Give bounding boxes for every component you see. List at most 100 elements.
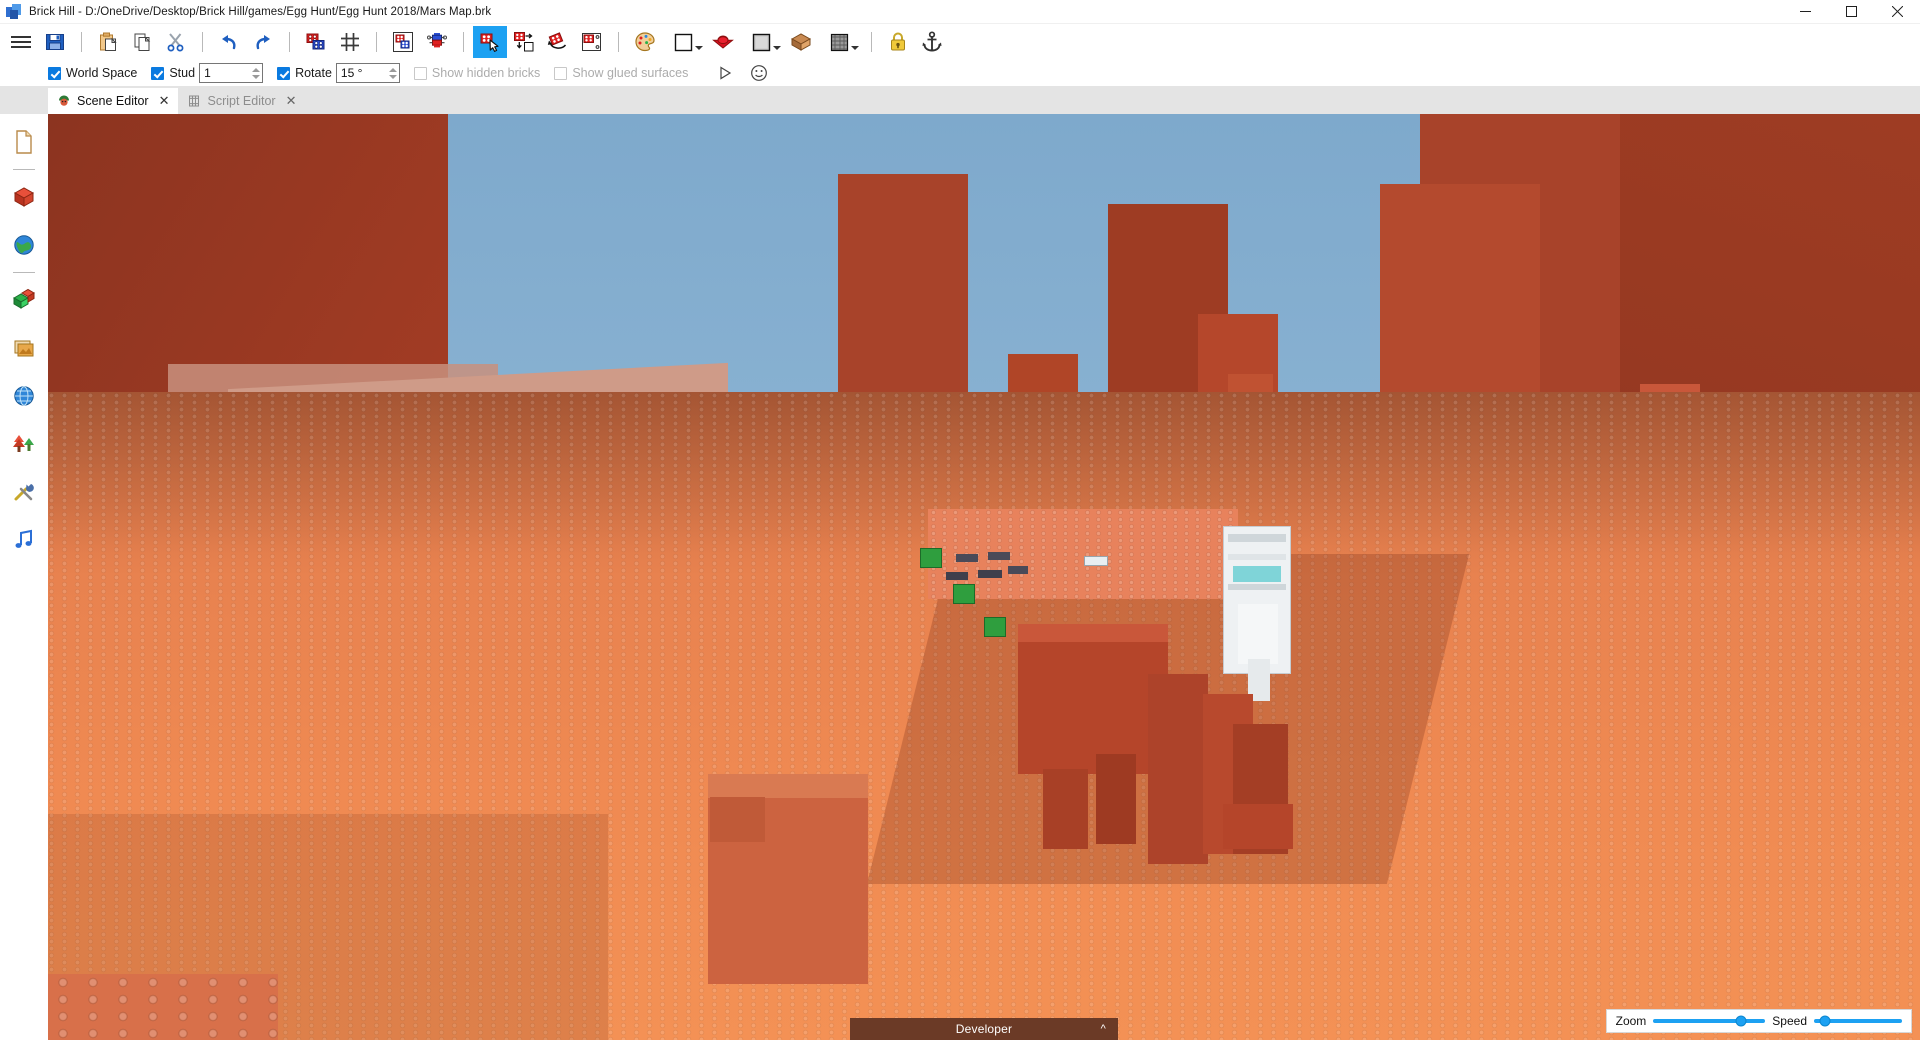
- rotate-checkbox[interactable]: [277, 66, 291, 80]
- rotate-stepper[interactable]: 15 °: [335, 63, 400, 83]
- padlock-icon: [891, 32, 905, 51]
- stud-checkbox[interactable]: [151, 66, 165, 80]
- cut-button[interactable]: [159, 26, 193, 58]
- lock-button[interactable]: [881, 26, 915, 58]
- stud-label: Stud: [169, 66, 196, 80]
- undo-button[interactable]: [212, 26, 246, 58]
- scene-viewport[interactable]: Developer ^ Zoom Speed: [48, 114, 1920, 1040]
- green-brick[interactable]: [984, 617, 1006, 637]
- sidebar-item-textures[interactable]: [4, 324, 44, 372]
- red-dome-icon: [712, 35, 734, 49]
- structure-block: [1228, 584, 1286, 590]
- zoom-slider-knob[interactable]: [1735, 1015, 1747, 1027]
- close-button[interactable]: [1874, 0, 1920, 23]
- music-note-icon: [15, 529, 32, 548]
- color-swatch-button[interactable]: [662, 26, 706, 58]
- glue-bricks-button[interactable]: [420, 26, 454, 58]
- two-bricks-icon: [306, 33, 325, 50]
- smiley-face-icon: [751, 65, 768, 81]
- sidebar-item-trees[interactable]: [4, 420, 44, 468]
- move-tool-button[interactable]: [507, 26, 541, 58]
- color-picker-button[interactable]: [628, 26, 662, 58]
- select-tool-button[interactable]: [473, 26, 507, 58]
- prop-block: [978, 570, 1002, 578]
- texture-swatch-button[interactable]: [818, 26, 862, 58]
- speed-slider[interactable]: [1814, 1015, 1902, 1027]
- undo-arrow-icon: [222, 35, 236, 50]
- terrain-block: [1018, 624, 1168, 774]
- copy-button[interactable]: [125, 26, 159, 58]
- sidebar-item-audio[interactable]: [4, 516, 44, 564]
- globe-earth-icon: [14, 235, 34, 255]
- chevron-down-icon[interactable]: [695, 46, 703, 50]
- wrench-tools-icon: [14, 484, 34, 501]
- terrain-block: [710, 797, 765, 842]
- redo-button[interactable]: [246, 26, 280, 58]
- chevron-down-icon[interactable]: [851, 46, 859, 50]
- insert-brick-button[interactable]: [386, 26, 420, 58]
- terrain-block: [1043, 769, 1088, 849]
- toolbar-divider: [376, 32, 377, 52]
- show-glued-surfaces-checkbox: [554, 66, 568, 80]
- play-button[interactable]: [712, 62, 738, 84]
- save-button[interactable]: [38, 26, 72, 58]
- world-space-option[interactable]: World Space: [48, 66, 137, 80]
- stud-spinner-arrows[interactable]: [248, 64, 261, 82]
- viewport-controls-bar: Zoom Speed: [1605, 1009, 1912, 1033]
- developer-panel[interactable]: Developer ^: [850, 1018, 1118, 1040]
- toolbar-divider: [81, 32, 82, 52]
- avatar-head-icon: [59, 95, 69, 106]
- paste-button[interactable]: [91, 26, 125, 58]
- rotate-spinner-arrows[interactable]: [385, 64, 397, 82]
- world-space-checkbox[interactable]: [48, 66, 61, 80]
- tab-script-editor-close[interactable]: ✕: [286, 93, 297, 109]
- material-box-icon: [752, 33, 771, 52]
- scale-tool-button[interactable]: [575, 26, 609, 58]
- maximize-button[interactable]: [1828, 0, 1874, 23]
- show-hidden-bricks-option: Show hidden bricks: [413, 66, 540, 80]
- sidebar-item-brick[interactable]: [4, 173, 44, 221]
- prop-block: [956, 554, 978, 562]
- green-brick[interactable]: [920, 548, 942, 568]
- tab-script-editor[interactable]: Script Editor ✕: [178, 88, 306, 114]
- sidebar-item-file[interactable]: [4, 118, 44, 166]
- tab-scene-editor-label: Scene Editor: [77, 94, 149, 108]
- brick-in-frame-icon: [393, 32, 413, 52]
- anchor-button[interactable]: [915, 26, 949, 58]
- tab-scene-editor-close[interactable]: ✕: [159, 93, 170, 109]
- texture-button[interactable]: [784, 26, 818, 58]
- rotate-option[interactable]: Rotate 15 °: [277, 63, 400, 83]
- shape-button[interactable]: [706, 26, 740, 58]
- avatar-button[interactable]: [746, 62, 772, 84]
- image-stack-icon: [790, 33, 812, 51]
- stud-option[interactable]: Stud 1: [151, 63, 264, 83]
- group-bricks-button[interactable]: [299, 26, 333, 58]
- brick-move-icon: [514, 32, 534, 52]
- brick-rotate-icon: [547, 32, 567, 49]
- tab-scene-editor[interactable]: Scene Editor ✕: [48, 88, 179, 114]
- app-logo-icon: [6, 3, 22, 20]
- sidebar-item-environment[interactable]: [4, 221, 44, 269]
- sidebar-item-models[interactable]: [4, 276, 44, 324]
- stud-stepper[interactable]: 1: [199, 63, 264, 83]
- editor-body: Developer ^ Zoom Speed: [0, 114, 1920, 1040]
- left-sidebar: [0, 114, 48, 1040]
- texture-swatch-icon: [830, 33, 849, 52]
- main-toolbar: [0, 24, 1920, 60]
- chevron-up-icon[interactable]: ^: [1101, 1023, 1106, 1035]
- material-button[interactable]: [740, 26, 784, 58]
- minimize-button[interactable]: [1782, 0, 1828, 23]
- anchor-icon: [922, 31, 942, 52]
- grid-toggle-button[interactable]: [333, 26, 367, 58]
- prop-block: [946, 572, 968, 580]
- speed-slider-knob[interactable]: [1819, 1015, 1831, 1027]
- sidebar-item-tools[interactable]: [4, 468, 44, 516]
- rotate-tool-button[interactable]: [541, 26, 575, 58]
- sidebar-item-world[interactable]: [4, 372, 44, 420]
- green-brick[interactable]: [953, 584, 975, 604]
- brick-cursor-icon: [480, 33, 499, 52]
- zoom-slider[interactable]: [1653, 1015, 1766, 1027]
- prop-block: [988, 552, 1010, 560]
- menu-button[interactable]: [4, 26, 38, 58]
- chevron-down-icon[interactable]: [773, 46, 781, 50]
